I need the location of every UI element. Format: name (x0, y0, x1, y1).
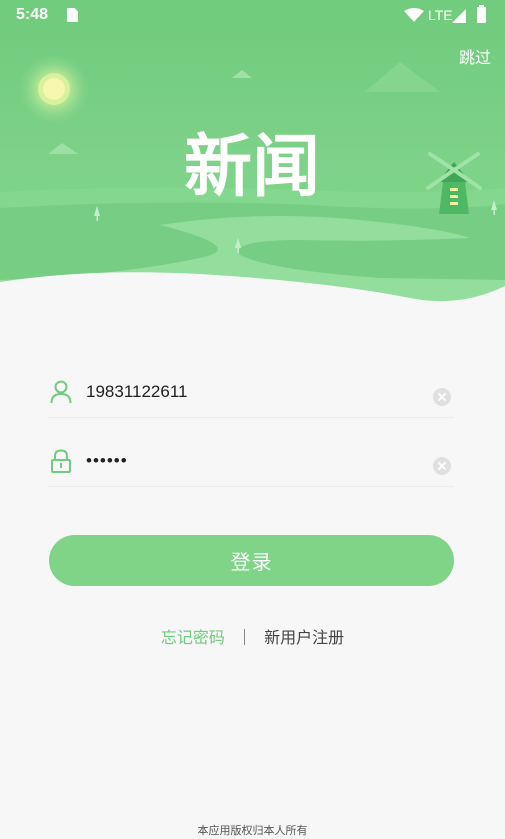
battery-icon (477, 5, 486, 23)
signal-icon (452, 9, 466, 23)
phone-input[interactable] (86, 377, 416, 407)
hero-illustration: 新闻 (0, 30, 505, 302)
clear-phone-icon[interactable] (433, 388, 451, 406)
login-button[interactable]: 登录 (49, 535, 454, 586)
forgot-password-link[interactable]: 忘记密码 (161, 628, 225, 647)
wifi-icon (404, 8, 424, 23)
lock-icon (51, 449, 71, 473)
register-link[interactable]: 新用户注册 (264, 628, 344, 647)
skip-button[interactable]: 跳过 (459, 44, 491, 68)
hero-banner: 新闻 (0, 30, 505, 302)
user-icon (50, 380, 72, 404)
clear-password-icon[interactable] (433, 457, 451, 475)
copyright-footer: 本应用版权归本人所有 (197, 824, 308, 837)
app-logo-text: 新闻 (184, 128, 320, 207)
phone-field (48, 367, 454, 418)
password-input[interactable] (86, 446, 416, 476)
auth-links: 忘记密码 新用户注册 (0, 624, 505, 648)
status-time: 5:48 (16, 6, 49, 23)
status-bar: 5:48 LTE (0, 0, 505, 30)
network-type-label: LTE (428, 7, 453, 23)
password-field (48, 436, 454, 487)
sd-card-icon (67, 8, 78, 22)
link-divider (244, 629, 245, 645)
